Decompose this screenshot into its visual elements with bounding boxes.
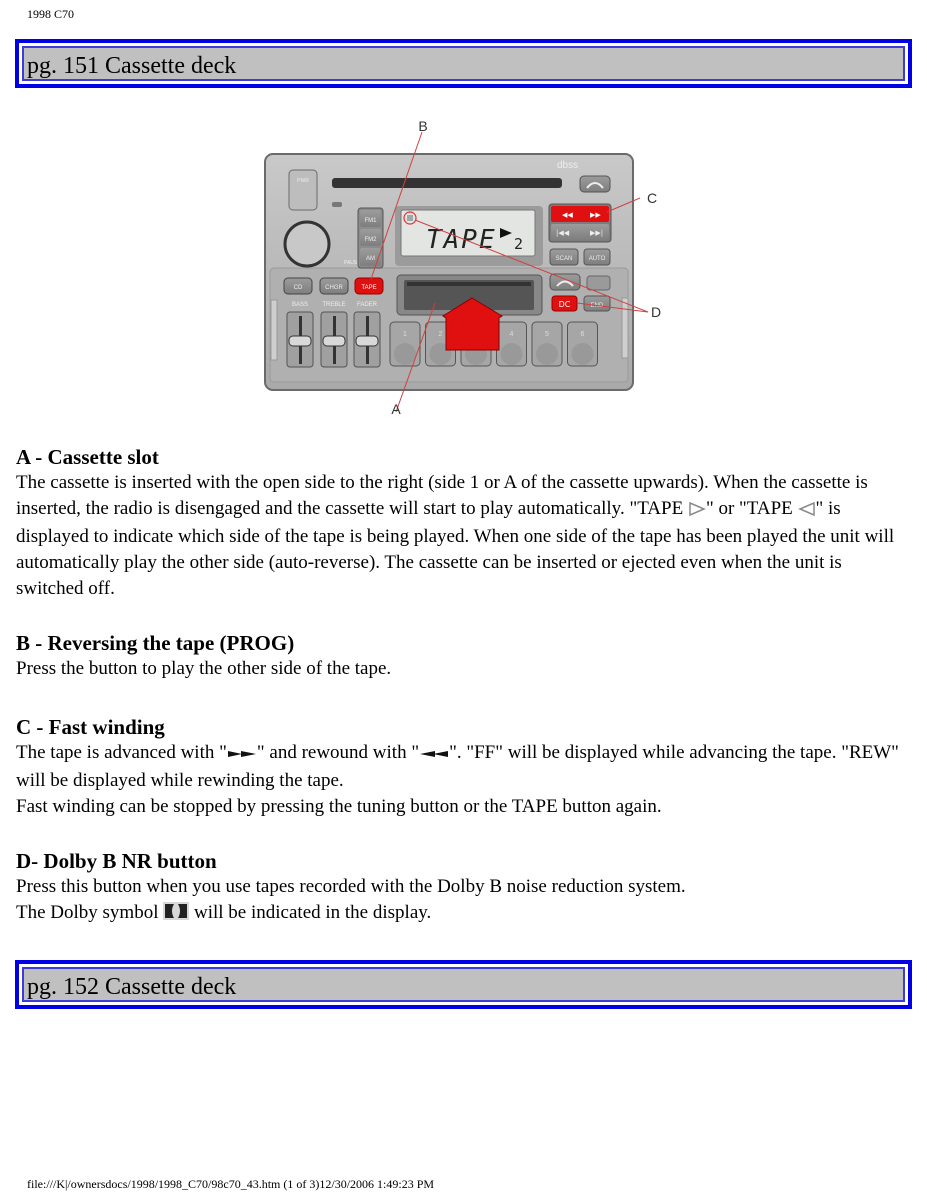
- page-header-inner: pg. 151 Cassette deck: [22, 46, 905, 81]
- paragraph-text: " or "TAPE: [705, 498, 798, 519]
- callout-c: C: [647, 190, 657, 206]
- section-paragraph: Press this button when you use tapes rec…: [16, 876, 686, 897]
- section-fast-winding: C - Fast winding The tape is advanced wi…: [16, 714, 911, 820]
- display-tape-text: TAPE: [426, 225, 497, 255]
- fm1-label: FM1: [365, 218, 378, 224]
- preset-button-recess: [500, 343, 523, 365]
- preset-button-label: 5: [545, 331, 549, 338]
- section-paragraph: The cassette is inserted with the open s…: [16, 470, 911, 602]
- callout-a: A: [391, 401, 401, 417]
- preset-button-label: 2: [439, 331, 443, 338]
- preset-button-5: 5: [531, 321, 563, 367]
- volume-knob: [283, 220, 331, 268]
- play-right-outline-icon: [688, 498, 706, 524]
- cd-label: CD: [294, 285, 303, 291]
- page-header-title: pg. 152 Cassette deck: [27, 974, 237, 1000]
- callout-d: D: [651, 304, 661, 320]
- preset-button-6: 6: [567, 321, 598, 367]
- section-paragraph: Fast winding can be stopped by pressing …: [16, 796, 662, 817]
- preset-button-1: 1: [389, 321, 421, 367]
- page-footer: file:///K|/ownersdocs/1998/1998_C70/98c7…: [27, 1177, 435, 1191]
- preset-button-recess: [536, 343, 558, 365]
- next-track-glyph: ▶▶|: [590, 229, 603, 237]
- paragraph-text: " and rewound with ": [256, 742, 420, 763]
- rewind-glyph: ◀◀: [562, 211, 573, 219]
- cassette-deck-illustration: dbss PWR PAUSE FM1 FM2 AM TAPE 2 ◀◀ ▶▶ |…: [262, 112, 674, 422]
- preset-button-label: 6: [581, 331, 585, 338]
- section-paragraph: The tape is advanced with " " and rewound…: [16, 740, 911, 794]
- preset-button-label: 1: [403, 331, 407, 338]
- chgr-label: CHGR: [325, 285, 343, 291]
- fast-forward-icon: [227, 742, 257, 768]
- section-cassette-slot: A - Cassette slot The cassette is insert…: [16, 444, 911, 602]
- am-label: AM: [366, 256, 375, 262]
- callout-b: B: [418, 118, 427, 134]
- auto-label: AUTO: [589, 256, 606, 262]
- section-title: C - Fast winding: [16, 715, 165, 739]
- bass-slider: [286, 311, 314, 368]
- section-title: B - Reversing the tape (PROG): [16, 631, 295, 655]
- indicator-led: [332, 202, 342, 207]
- section-title: A - Cassette slot: [16, 445, 159, 469]
- paragraph-text: The tape is advanced with ": [16, 742, 227, 763]
- paragraph-text: will be indicated in the display.: [189, 902, 432, 923]
- section-paragraph: The Dolby symbol will be indicated in th…: [16, 900, 911, 928]
- treble-label: TREBLE: [322, 302, 345, 308]
- treble-slider: [320, 311, 348, 368]
- right-rail: [621, 297, 629, 359]
- preset-button-label: 4: [510, 331, 514, 338]
- radio-diagram: dbss PWR PAUSE FM1 FM2 AM TAPE 2 ◀◀ ▶▶ |…: [264, 118, 661, 417]
- page-header-151: pg. 151 Cassette deck: [15, 39, 912, 88]
- page-header-inner: pg. 152 Cassette deck: [22, 967, 905, 1002]
- fader-label: FADER: [357, 302, 378, 308]
- forward-glyph: ▶▶: [590, 211, 601, 219]
- prev-track-glyph: |◀◀: [556, 229, 570, 237]
- fm2-label: FM2: [365, 237, 378, 243]
- fader-slider: [353, 311, 381, 368]
- section-dolby-nr: D- Dolby B NR button Press this button w…: [16, 848, 911, 928]
- brand-logo: dbss: [557, 160, 578, 171]
- display-side-text: 2: [514, 235, 523, 253]
- left-rail: [270, 299, 278, 361]
- tape-label: TAPE: [361, 285, 376, 291]
- power-label: PWR: [297, 178, 309, 184]
- preset-button-recess: [571, 343, 594, 365]
- rewind-icon: [419, 742, 449, 768]
- section-reversing-tape: B - Reversing the tape (PROG) Press the …: [16, 630, 911, 682]
- bass-label: BASS: [292, 302, 308, 308]
- section-paragraph: Press the button to play the other side …: [16, 658, 392, 679]
- power-button: [288, 169, 318, 211]
- scan-label: SCAN: [556, 256, 573, 262]
- dolby-button-glyph: DC: [559, 300, 571, 309]
- cd-slot: [332, 178, 562, 188]
- play-left-outline-icon: [797, 498, 816, 524]
- blank-button: [586, 275, 611, 291]
- dolby-icon: [163, 902, 190, 928]
- section-title: D- Dolby B NR button: [16, 849, 217, 873]
- display-dolby-icon: [407, 215, 413, 221]
- page-header-title: pg. 151 Cassette deck: [27, 53, 237, 79]
- cassette-slot-lip: [407, 282, 531, 286]
- paragraph-text: The Dolby symbol: [16, 902, 164, 923]
- document-label: 1998 C70: [27, 7, 75, 21]
- preset-button-4: 4: [496, 321, 527, 367]
- preset-button-recess: [394, 343, 416, 365]
- page-header-152: pg. 152 Cassette deck: [15, 960, 912, 1009]
